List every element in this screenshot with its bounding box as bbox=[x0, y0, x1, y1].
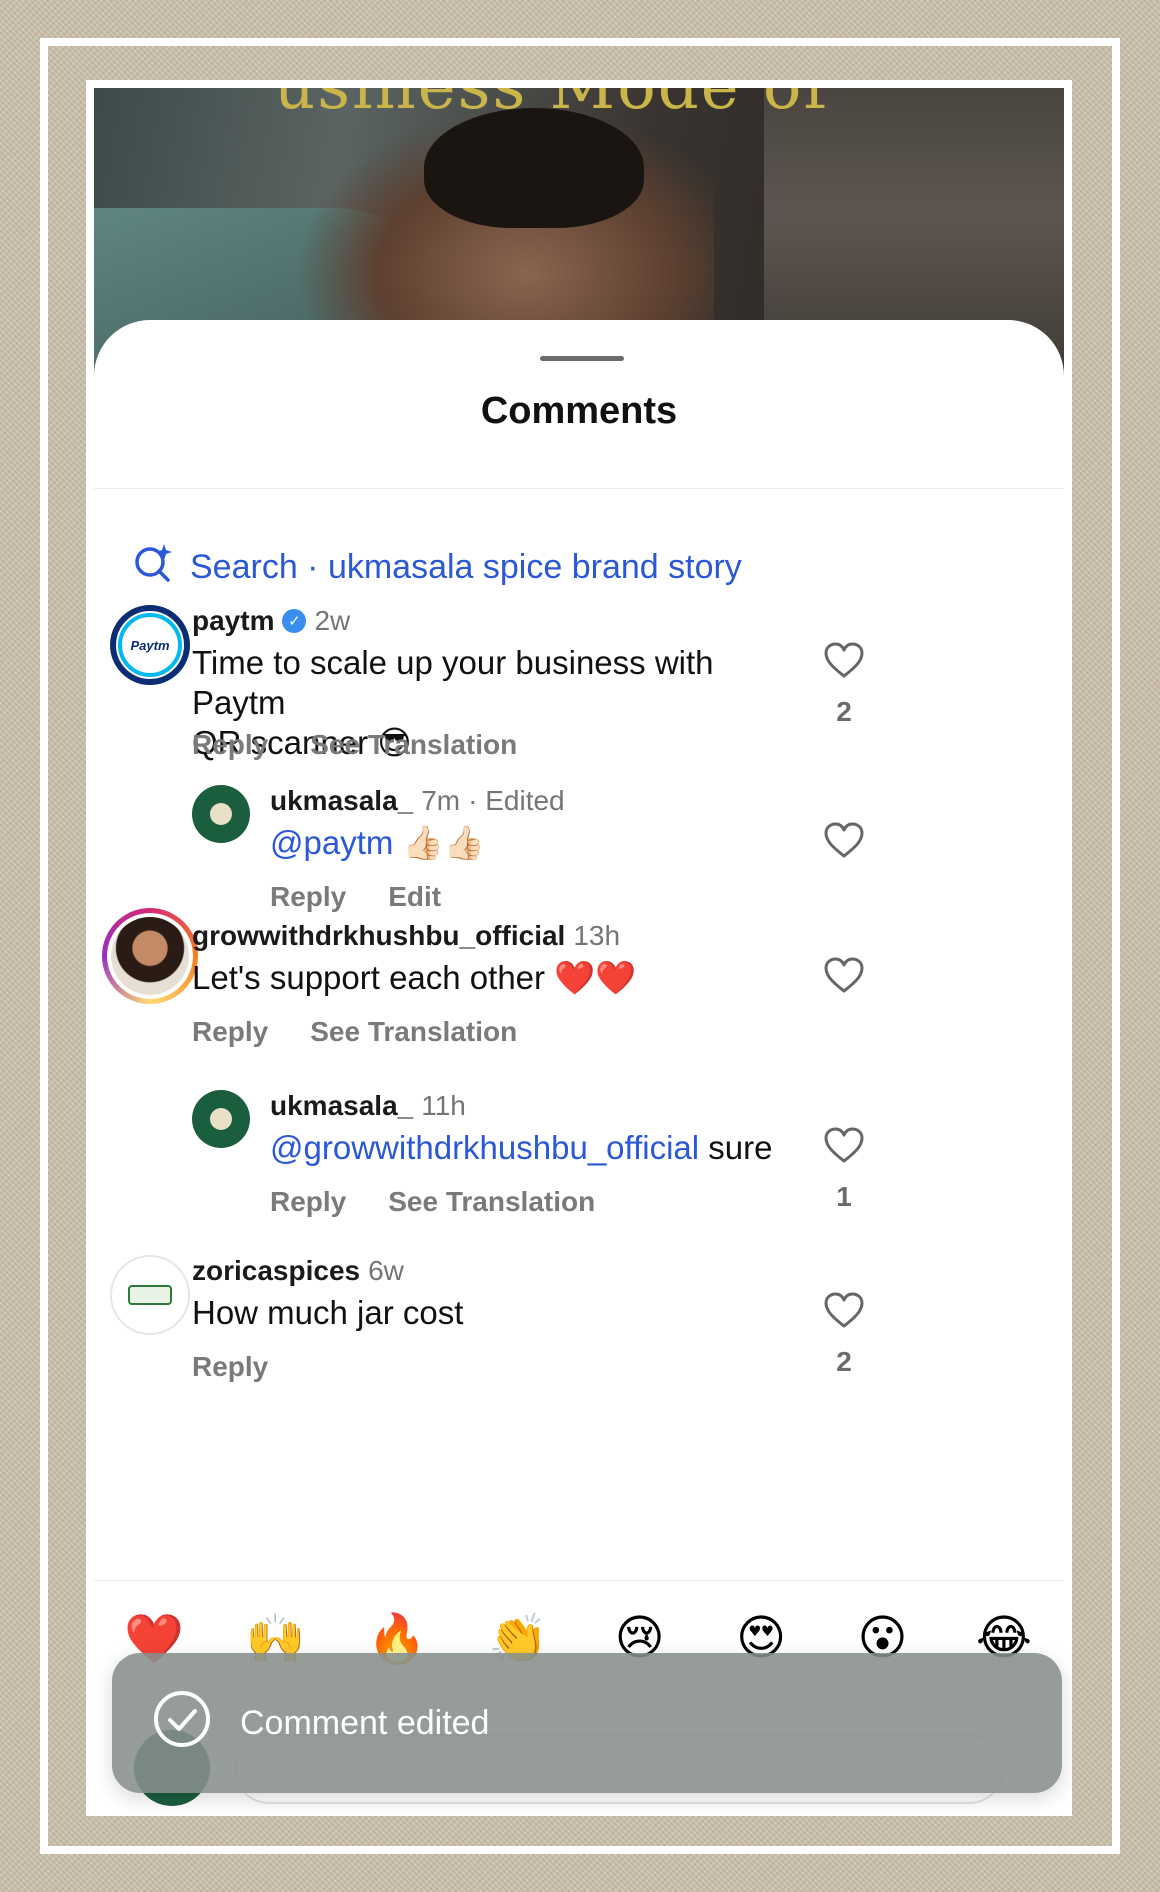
avatar-zoricaspices[interactable] bbox=[110, 1255, 190, 1335]
search-label: Search · ukmasala spice brand story bbox=[190, 548, 742, 586]
comment-username[interactable]: zoricaspices bbox=[192, 1255, 360, 1287]
comment-username[interactable]: paytm bbox=[192, 605, 274, 637]
comment-username[interactable]: ukmasala_ bbox=[270, 785, 413, 817]
comment-time: 13h bbox=[573, 920, 621, 951]
like-count: 1 bbox=[836, 1181, 852, 1212]
search-sparkle-icon bbox=[132, 542, 174, 593]
like-control: 2 bbox=[814, 641, 874, 728]
comment-text-part: sure bbox=[699, 1129, 773, 1166]
paytm-logo-text: Paytm bbox=[130, 637, 170, 653]
sheet-title: Comments bbox=[480, 390, 678, 432]
ukmasala-logo-icon bbox=[210, 1108, 232, 1130]
comment-actions: Reply See Translation bbox=[270, 1186, 595, 1218]
comment-actions: Reply Edit bbox=[270, 881, 441, 913]
see-translation-button[interactable]: See Translation bbox=[310, 729, 517, 761]
comment-time: 7m bbox=[421, 785, 461, 816]
reply-button[interactable]: Reply bbox=[270, 1186, 346, 1218]
reply-button[interactable]: Reply bbox=[192, 1016, 268, 1048]
toast-notification: Comment edited bbox=[112, 1653, 1062, 1793]
comment-username[interactable]: growwithdrkhushbu_official bbox=[192, 920, 565, 952]
edit-button[interactable]: Edit bbox=[388, 881, 441, 913]
like-count: 2 bbox=[836, 696, 852, 727]
comments-sheet: Comments Search · ukmasala spice brand s… bbox=[94, 320, 1064, 1816]
edited-label: · Edited bbox=[468, 785, 565, 816]
search-suggestion[interactable]: Search · ukmasala spice brand story bbox=[132, 542, 742, 593]
like-count: 2 bbox=[836, 1346, 852, 1377]
sheet-drag-handle[interactable] bbox=[540, 356, 624, 361]
comment-text: How much jar cost bbox=[192, 1294, 464, 1331]
comment-text: @growwithdrkhushbu_official sure bbox=[270, 1128, 773, 1168]
see-translation-button[interactable]: See Translation bbox=[310, 1016, 517, 1048]
avatar-growwithdrkhushbu[interactable] bbox=[102, 908, 198, 1004]
like-control: 1 bbox=[814, 1126, 874, 1213]
like-control bbox=[814, 821, 874, 864]
video-person-hair bbox=[424, 108, 644, 228]
comment-actions: Reply See Translation bbox=[192, 1016, 517, 1048]
mention-link[interactable]: @growwithdrkhushbu_official bbox=[270, 1129, 699, 1166]
zorica-logo-icon bbox=[128, 1285, 172, 1305]
reply-button[interactable]: Reply bbox=[192, 1351, 268, 1383]
profile-photo bbox=[111, 917, 189, 995]
video-caption: usiness Mode of bbox=[274, 88, 829, 124]
heart-icon[interactable] bbox=[823, 821, 865, 864]
avatar-paytm[interactable]: Paytm bbox=[110, 605, 190, 685]
heart-icon[interactable] bbox=[823, 956, 865, 999]
divider bbox=[94, 1580, 1064, 1581]
toast-message: Comment edited bbox=[240, 1703, 490, 1742]
heart-icon[interactable] bbox=[823, 1291, 865, 1334]
divider bbox=[94, 488, 1064, 489]
thumbs-up-emoji: 👍🏻👍🏻 bbox=[402, 823, 485, 862]
comment-username[interactable]: ukmasala_ bbox=[270, 1090, 413, 1122]
check-circle-icon bbox=[152, 1689, 212, 1758]
ukmasala-logo-icon bbox=[210, 803, 232, 825]
avatar-ukmasala[interactable] bbox=[192, 785, 250, 843]
avatar-ukmasala[interactable] bbox=[192, 1090, 250, 1148]
comment-time: 6w bbox=[368, 1255, 404, 1286]
comment-actions: Reply See Translation bbox=[192, 729, 517, 761]
mention-link[interactable]: @paytm bbox=[270, 824, 393, 861]
like-control: 2 bbox=[814, 1291, 874, 1378]
comment-time: 11h bbox=[421, 1090, 466, 1121]
heart-emoji: ❤️❤️ bbox=[554, 958, 637, 997]
screenshot: usiness Mode of Comments Search · ukmasa… bbox=[86, 80, 1072, 1816]
comment-text-line: Time to scale up your business with Payt… bbox=[192, 644, 714, 721]
comment-actions: Reply bbox=[192, 1351, 268, 1383]
comment-text: Let's support each other ❤️❤️ bbox=[192, 958, 636, 998]
like-control bbox=[814, 956, 874, 999]
heart-icon[interactable] bbox=[823, 1126, 865, 1169]
reply-button[interactable]: Reply bbox=[270, 881, 346, 913]
reply-button[interactable]: Reply bbox=[192, 729, 268, 761]
see-translation-button[interactable]: See Translation bbox=[388, 1186, 595, 1218]
verified-badge-icon: ✓ bbox=[282, 609, 307, 633]
comment-text: @paytm 👍🏻👍🏻 bbox=[270, 823, 485, 863]
comment-time: 2w bbox=[314, 605, 351, 636]
heart-icon[interactable] bbox=[823, 641, 865, 684]
comment-text-part: Let's support each other bbox=[192, 959, 546, 996]
